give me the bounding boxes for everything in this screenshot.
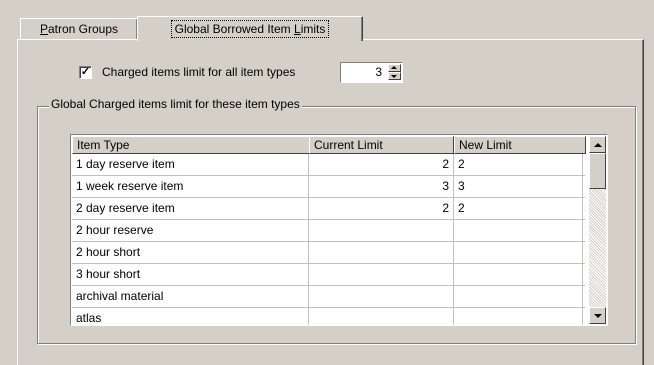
cell-item-type: 2 day reserve item: [72, 198, 309, 219]
charged-limit-value[interactable]: 3: [346, 65, 382, 79]
tab-patron-groups[interactable]: Patron Groups: [20, 18, 138, 39]
table-row[interactable]: archival material: [72, 286, 585, 308]
cell-current-limit: [309, 308, 454, 325]
cell-new-limit[interactable]: [454, 286, 583, 307]
checkmark-icon: ✓: [80, 65, 91, 78]
spin-up-arrow-icon: [391, 66, 397, 69]
cell-item-type: 1 week reserve item: [72, 176, 309, 197]
column-header-new-limit[interactable]: New Limit: [454, 136, 586, 154]
tab-global-label-before: Global Borrowed Item: [174, 22, 295, 36]
table-row[interactable]: 1 day reserve item 2 2: [72, 154, 585, 176]
cell-new-limit[interactable]: 3: [454, 176, 583, 197]
cell-current-limit: 2: [309, 154, 454, 175]
charged-limit-checkbox[interactable]: ✓: [79, 65, 92, 79]
cell-new-limit[interactable]: 2: [454, 154, 583, 175]
tab-global-label-after: imits: [300, 22, 326, 36]
cell-item-type: 2 hour reserve: [72, 220, 309, 241]
charged-limit-label: Charged items limit for all item types: [102, 65, 296, 79]
charged-limit-row: ✓ Charged items limit for all item types: [79, 61, 295, 83]
table-row[interactable]: 2 hour reserve: [72, 220, 585, 242]
item-type-limits-grid[interactable]: Item Type Current Limit New Limit 1 day …: [70, 134, 608, 326]
tab-global-hotkey: L: [294, 22, 301, 36]
scrollbar-thumb[interactable]: [589, 153, 606, 189]
table-row[interactable]: 1 week reserve item 3 3: [72, 176, 585, 198]
groupbox-label: Global Charged items limit for these ite…: [49, 97, 302, 111]
charged-limit-spinner[interactable]: 3: [340, 62, 403, 83]
cell-current-limit: 3: [309, 176, 454, 197]
cell-item-type: 2 hour short: [72, 242, 309, 263]
tab-global-borrowed-item-limits[interactable]: Global Borrowed Item Limits: [137, 16, 363, 41]
column-header-item-type[interactable]: Item Type: [72, 136, 310, 154]
table-row[interactable]: 2 day reserve item 2 2: [72, 198, 585, 220]
cell-item-type: archival material: [72, 286, 309, 307]
cell-new-limit[interactable]: [454, 308, 583, 325]
cell-current-limit: [309, 264, 454, 285]
spin-down-button[interactable]: [388, 72, 401, 80]
scroll-down-button[interactable]: [589, 307, 606, 324]
cell-item-type: 1 day reserve item: [72, 154, 309, 175]
cell-item-type: atlas: [72, 308, 309, 325]
scroll-up-arrow-icon: [593, 142, 602, 147]
cell-current-limit: [309, 286, 454, 307]
scroll-up-button[interactable]: [589, 136, 606, 153]
column-header-current-limit[interactable]: Current Limit: [309, 136, 454, 154]
spinner-buttons: [388, 64, 401, 81]
tab-focus-rect: Global Borrowed Item Limits: [170, 20, 330, 38]
vertical-scrollbar[interactable]: [589, 136, 606, 324]
table-row[interactable]: 3 hour short: [72, 264, 585, 286]
spin-up-button[interactable]: [388, 64, 401, 72]
table-row[interactable]: 2 hour short: [72, 242, 585, 264]
cell-current-limit: 2: [309, 198, 454, 219]
cell-new-limit[interactable]: 2: [454, 198, 583, 219]
cell-new-limit[interactable]: [454, 220, 583, 241]
scroll-down-arrow-icon: [593, 313, 602, 318]
tab-patron-groups-hotkey: P: [39, 22, 48, 36]
tab-patron-groups-label: atron Groups: [47, 22, 119, 36]
cell-current-limit: [309, 242, 454, 263]
table-row[interactable]: atlas: [72, 308, 585, 325]
spin-down-arrow-icon: [391, 75, 397, 78]
cell-current-limit: [309, 220, 454, 241]
cell-item-type: 3 hour short: [72, 264, 309, 285]
cell-new-limit[interactable]: [454, 242, 583, 263]
cell-new-limit[interactable]: [454, 264, 583, 285]
